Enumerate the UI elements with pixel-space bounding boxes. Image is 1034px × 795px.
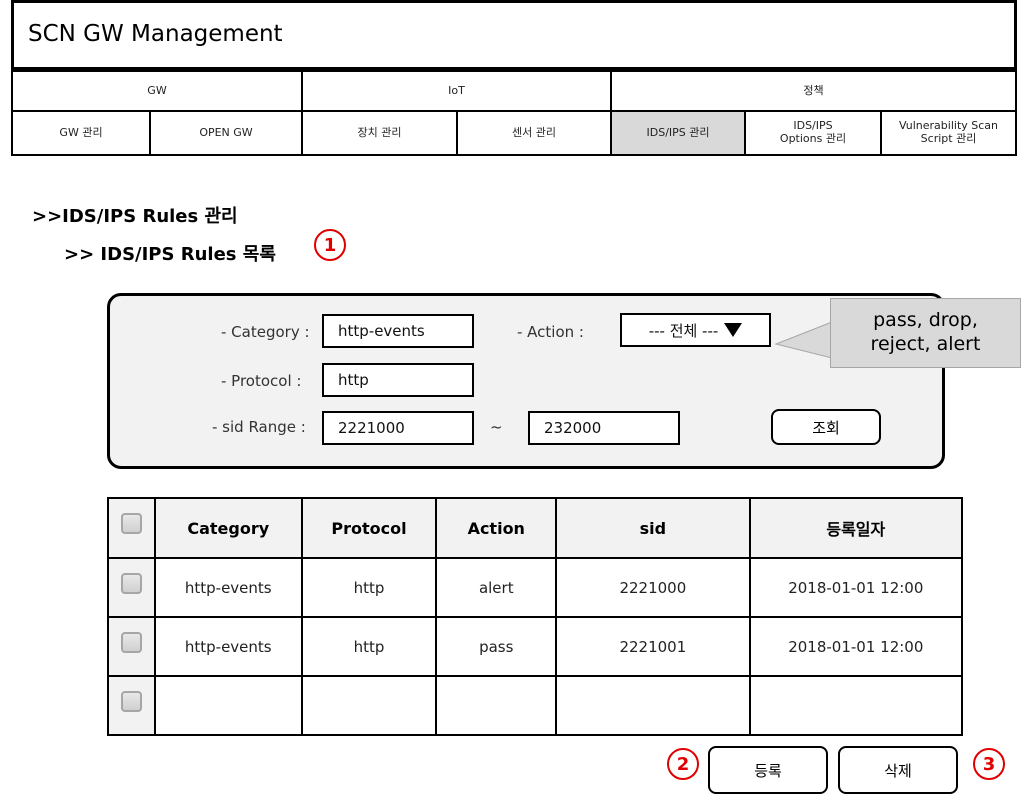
table-row[interactable] (107, 675, 964, 736)
cell-protocol (300, 675, 438, 736)
category-input[interactable]: http-events (322, 314, 474, 348)
select-all-cell (107, 497, 156, 559)
tab-gw-manage[interactable]: GW 관리 (11, 110, 151, 156)
tab-open-gw[interactable]: OPEN GW (149, 110, 303, 156)
tab-ids-ips-manage[interactable]: IDS/IPS 관리 (610, 110, 746, 156)
column-header-registered-date[interactable]: 등록일자 (748, 497, 964, 559)
cell-sid: 2221001 (555, 616, 751, 677)
action-options-callout: pass, drop, reject, alert (830, 298, 1021, 368)
marker-2: 2 (667, 748, 699, 780)
cell-sid: 2221000 (555, 557, 751, 618)
column-header-action[interactable]: Action (435, 497, 558, 559)
cell-protocol: http (300, 616, 438, 677)
sid-range-separator: ~ (490, 418, 503, 436)
row-checkbox[interactable] (120, 691, 142, 712)
tab-ids-ips-options-line2: Options 관리 (779, 132, 847, 145)
cell-registered-date: 2018-01-01 12:00 (748, 557, 964, 618)
callout-line2: reject, alert (870, 333, 981, 355)
cell-sid (555, 675, 751, 736)
app-header: SCN GW Management (11, 0, 1017, 70)
chevron-down-icon (724, 323, 743, 337)
cell-category (153, 675, 303, 736)
tab-device-manage[interactable]: 장치 관리 (301, 110, 458, 156)
app-title: SCN GW Management (28, 21, 283, 47)
cell-registered-date: 2018-01-01 12:00 (748, 616, 964, 677)
select-all-checkbox[interactable] (120, 513, 142, 534)
tab-vuln-scan-script[interactable]: Vulnerability Scan Script 관리 (880, 110, 1017, 156)
category-label: - Category : (221, 323, 310, 341)
table-row[interactable]: http-events http pass 2221001 2018-01-01… (107, 616, 964, 677)
sid-from-input[interactable]: 2221000 (322, 411, 474, 445)
column-header-protocol[interactable]: Protocol (300, 497, 438, 559)
table-row[interactable]: http-events http alert 2221000 2018-01-0… (107, 557, 964, 618)
marker-3: 3 (973, 748, 1005, 780)
cell-protocol: http (300, 557, 438, 618)
nav-group-policy[interactable]: 정책 (610, 70, 1017, 112)
search-button[interactable]: 조회 (771, 409, 881, 445)
sid-to-input[interactable]: 232000 (528, 411, 680, 445)
marker-1: 1 (314, 229, 346, 261)
row-checkbox[interactable] (120, 632, 142, 653)
callout-pointer (774, 321, 834, 359)
nav-group-iot[interactable]: IoT (301, 70, 612, 112)
cell-action: alert (435, 557, 558, 618)
cell-action: pass (435, 616, 558, 677)
action-select[interactable]: --- 전체 --- (620, 313, 771, 347)
protocol-input[interactable]: http (322, 363, 474, 397)
row-checkbox[interactable] (120, 573, 142, 594)
row-select-cell (107, 675, 156, 736)
delete-button[interactable]: 삭제 (838, 746, 958, 794)
protocol-label: - Protocol : (221, 372, 302, 390)
action-select-value: --- 전체 --- (648, 321, 719, 340)
column-header-category[interactable]: Category (153, 497, 303, 559)
sid-range-label: - sid Range : (212, 418, 306, 436)
callout-line1: pass, drop, (873, 309, 978, 332)
row-select-cell (107, 557, 156, 618)
cell-category: http-events (153, 557, 303, 618)
cell-registered-date (748, 675, 964, 736)
tab-ids-ips-options[interactable]: IDS/IPS Options 관리 (744, 110, 882, 156)
action-label: - Action : (517, 323, 584, 341)
tab-vuln-scan-script-line2: Script 관리 (920, 132, 977, 145)
subsection-title: >> IDS/IPS Rules 목록 (64, 244, 276, 265)
cell-action (435, 675, 558, 736)
table-header-row: Category Protocol Action sid 등록일자 (107, 497, 964, 559)
register-button[interactable]: 등록 (708, 746, 828, 794)
column-header-sid[interactable]: sid (555, 497, 751, 559)
cell-category: http-events (153, 616, 303, 677)
row-select-cell (107, 616, 156, 677)
nav-group-gw[interactable]: GW (11, 70, 303, 112)
section-title: >>IDS/IPS Rules 관리 (32, 206, 238, 227)
rules-table: Category Protocol Action sid 등록일자 http-e… (107, 497, 964, 736)
tab-sensor-manage[interactable]: 센서 관리 (456, 110, 612, 156)
